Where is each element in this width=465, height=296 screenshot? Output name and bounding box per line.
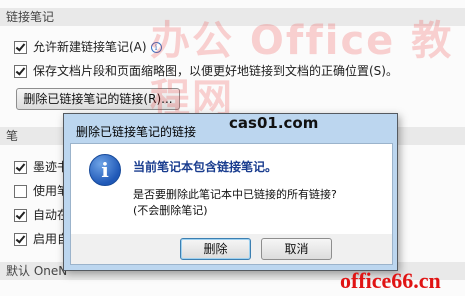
dialog-message-note: (不会删除笔记) — [133, 204, 208, 217]
dialog-cancel-button[interactable]: 取消 — [261, 238, 332, 260]
section-header-linked-notes: 链接笔记 — [0, 8, 465, 26]
save-snippets-checkbox[interactable] — [14, 64, 27, 78]
delete-links-button[interactable]: 删除已链接笔记的链接(R)... — [16, 88, 180, 110]
info-icon: i — [150, 41, 162, 53]
delete-links-dialog: 删除已链接笔记的链接 i 当前笔记本包含链接笔记。 是否要删除此笔记本中已链接的… — [63, 113, 398, 271]
option-pen-2[interactable]: 使用笔 — [14, 182, 69, 200]
allow-linked-notes-label: 允许新建链接笔记(A) — [33, 40, 147, 54]
option-allow-linked-notes[interactable]: 允许新建链接笔记(A) i — [14, 38, 162, 56]
dialog-title: 删除已链接笔记的链接 — [76, 125, 197, 139]
allow-linked-notes-checkbox[interactable] — [14, 40, 27, 54]
dialog-body: i 当前笔记本包含链接笔记。 是否要删除此笔记本中已链接的所有链接? (不会删除… — [70, 143, 393, 236]
pen-option-1-checkbox[interactable] — [14, 160, 27, 174]
pen-option-2-checkbox[interactable] — [14, 184, 27, 198]
info-icon-large: i — [89, 154, 121, 186]
option-pen-1[interactable]: 墨迹书 — [14, 158, 69, 176]
dialog-message-question: 是否要删除此笔记本中已链接的所有链接? — [133, 188, 337, 201]
option-pen-4[interactable]: 启用自 — [14, 230, 69, 248]
pen-option-3-checkbox[interactable] — [14, 208, 27, 222]
pen-option-4-checkbox[interactable] — [14, 232, 27, 246]
option-save-snippets[interactable]: 保存文档片段和页面缩略图，以便更好地链接到文档的正确位置(S)。 — [14, 62, 398, 80]
dialog-delete-button[interactable]: 删除 — [180, 238, 251, 260]
save-snippets-label: 保存文档片段和页面缩略图，以便更好地链接到文档的正确位置(S)。 — [33, 64, 398, 78]
option-pen-3[interactable]: 自动在 — [14, 206, 69, 224]
dialog-message-heading: 当前笔记本包含链接笔记。 — [133, 160, 278, 174]
dialog-footer: 删除 取消 — [70, 234, 393, 265]
